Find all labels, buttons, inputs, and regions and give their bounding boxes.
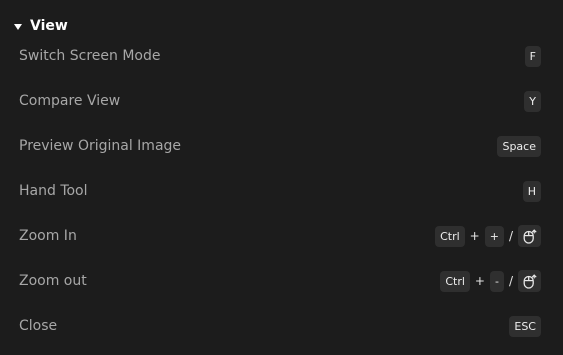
mouse-scroll-icon [518,225,541,247]
key-cap: H [522,180,541,202]
shortcut-row-zoom-out: Zoom out Ctrl + - / [0,265,563,310]
key-cap: F [524,45,541,67]
shortcut-label: Close [19,318,58,334]
key-cap: Ctrl [435,225,465,247]
shortcut-label: Preview Original Image [19,138,182,154]
shortcut-keys: F [524,45,541,67]
section-header-view[interactable]: View [14,15,68,37]
caret-down-icon [14,23,22,30]
shortcut-keys: ESC [509,315,541,337]
shortcut-row-hand-tool: Hand Tool H [0,175,563,220]
key-cap: + [484,225,504,247]
key-cap: Space [497,135,541,157]
shortcut-label: Switch Screen Mode [19,48,161,64]
section-title: View [30,18,68,34]
key-cap: Y [524,90,541,112]
shortcut-list: Switch Screen Mode F Compare View Y Prev… [0,40,563,355]
shortcut-row-preview-original-image: Preview Original Image Space [0,130,563,175]
key-cap: ESC [509,315,541,337]
key-cap: - [489,270,504,292]
shortcut-keys: Ctrl + - / [440,270,541,292]
shortcut-keys: Ctrl + + / [435,225,541,247]
shortcut-row-switch-screen-mode: Switch Screen Mode F [0,40,563,85]
shortcut-label: Zoom out [19,273,87,289]
shortcut-row-compare-view: Compare View Y [0,85,563,130]
shortcut-row-zoom-in: Zoom In Ctrl + + / [0,220,563,265]
key-cap: Ctrl [440,270,470,292]
mouse-scroll-icon [518,270,541,292]
plus-separator: + [474,274,485,288]
shortcut-label: Compare View [19,93,121,109]
or-separator: / [508,229,513,243]
shortcut-keys: Space [497,135,541,157]
shortcut-label: Zoom In [19,228,77,244]
shortcut-label: Hand Tool [19,183,88,199]
plus-separator: + [469,229,480,243]
shortcut-keys: H [522,180,541,202]
shortcut-row-close: Close ESC [0,310,563,355]
or-separator: / [508,274,513,288]
shortcut-keys: Y [524,90,541,112]
